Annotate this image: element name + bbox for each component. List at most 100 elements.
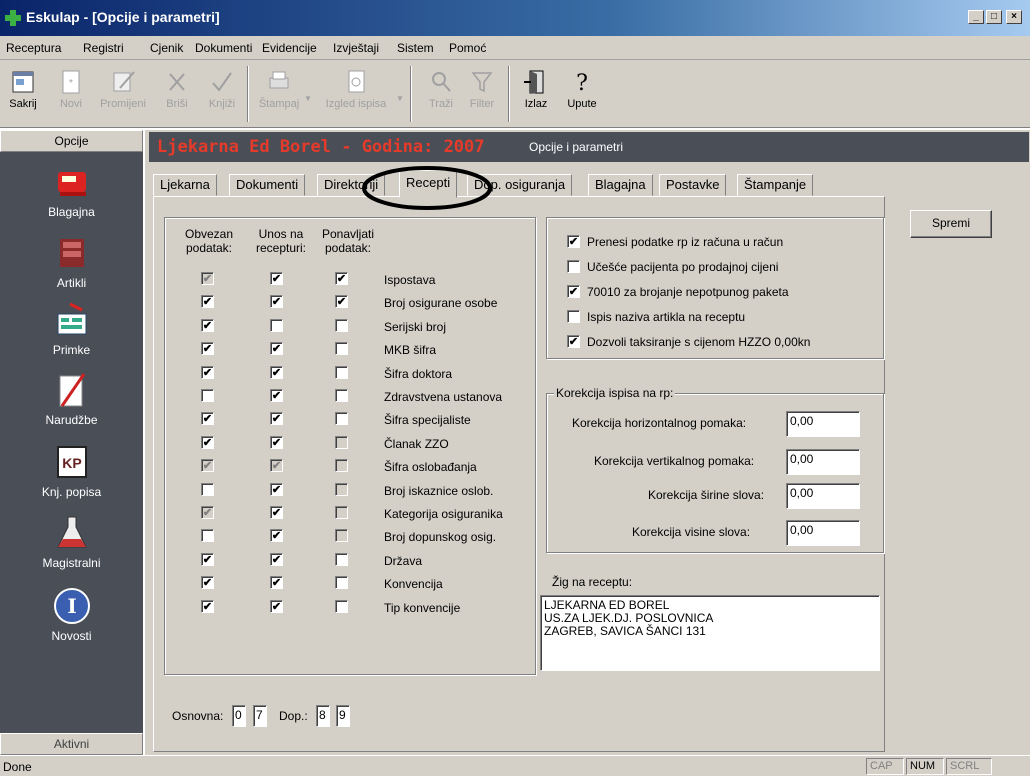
field-checkbox[interactable] (201, 506, 214, 519)
field-checkbox[interactable] (201, 366, 214, 379)
menu-cjenik[interactable]: Cjenik (150, 41, 183, 55)
sidebar-header[interactable]: Opcije (0, 130, 143, 152)
menu-pomoc[interactable]: Pomoć (449, 41, 486, 55)
field-checkbox[interactable] (335, 576, 348, 589)
field-checkbox[interactable] (270, 342, 283, 355)
field-checkbox[interactable] (335, 483, 348, 496)
option-checkbox[interactable] (567, 260, 580, 273)
sidebar-footer[interactable]: Aktivni (0, 733, 143, 755)
tab-stampanje[interactable]: Štampanje (737, 174, 814, 196)
filter-button[interactable]: Filter (464, 60, 500, 128)
field-checkbox[interactable] (201, 342, 214, 355)
field-checkbox[interactable] (335, 272, 348, 285)
sidebar-item-novosti[interactable]: I Novosti (0, 586, 143, 654)
menu-sistem[interactable]: Sistem (397, 41, 434, 55)
field-checkbox[interactable] (335, 412, 348, 425)
field-checkbox[interactable] (270, 366, 283, 379)
tab-dokumenti[interactable]: Dokumenti (229, 174, 306, 196)
upute-button[interactable]: ? Upute (562, 60, 602, 128)
field-checkbox[interactable] (335, 319, 348, 332)
osnovna-field-2[interactable]: 7 (253, 705, 267, 727)
field-checkbox[interactable] (335, 459, 348, 472)
izgled-dropdown-icon[interactable]: ▼ (396, 94, 404, 103)
field-checkbox[interactable] (270, 412, 283, 425)
field-checkbox[interactable] (201, 459, 214, 472)
minimize-button[interactable]: _ (968, 10, 984, 24)
field-checkbox[interactable] (270, 272, 283, 285)
sidebar-item-artikli[interactable]: Artikli (0, 233, 143, 301)
option-checkbox[interactable] (567, 310, 580, 323)
field-checkbox[interactable] (201, 529, 214, 542)
dop-field-1[interactable]: 8 (316, 705, 330, 727)
sidebar-item-blagajna[interactable]: Blagajna (0, 162, 143, 230)
field-checkbox[interactable] (335, 529, 348, 542)
field-checkbox[interactable] (335, 342, 348, 355)
field-checkbox[interactable] (335, 366, 348, 379)
field-checkbox[interactable] (270, 436, 283, 449)
sidebar-item-magistralni[interactable]: Magistralni (0, 513, 143, 581)
izgled-ispisa-button[interactable]: Izgled ispisa (318, 60, 394, 128)
sidebar-item-narudzbe[interactable]: Narudžbe (0, 370, 143, 438)
menu-izvjestaji[interactable]: Izvještaji (333, 41, 379, 55)
korekcija-h-input[interactable]: 0,00 (786, 411, 860, 437)
field-checkbox[interactable] (335, 506, 348, 519)
field-checkbox[interactable] (335, 436, 348, 449)
field-checkbox[interactable] (270, 600, 283, 613)
korekcija-vs-input[interactable]: 0,00 (786, 520, 860, 546)
brisi-button[interactable]: Briši (160, 60, 194, 128)
field-checkbox[interactable] (335, 295, 348, 308)
novi-button[interactable]: * Novi (54, 60, 88, 128)
menu-dokumenti[interactable]: Dokumenti (195, 41, 252, 55)
tab-postavke[interactable]: Postavke (659, 174, 727, 196)
save-button[interactable]: Spremi (910, 210, 992, 238)
korekcija-v-input[interactable]: 0,00 (786, 449, 860, 475)
field-checkbox[interactable] (270, 389, 283, 402)
field-checkbox[interactable] (201, 412, 214, 425)
tab-recepti[interactable]: Recepti (399, 170, 458, 198)
field-checkbox[interactable] (270, 459, 283, 472)
option-checkbox[interactable] (567, 335, 580, 348)
field-checkbox[interactable] (201, 295, 214, 308)
sidebar-item-primke[interactable]: Primke (0, 300, 143, 368)
field-checkbox[interactable] (201, 553, 214, 566)
promijeni-button[interactable]: Promijeni (94, 60, 152, 128)
field-checkbox[interactable] (201, 272, 214, 285)
field-checkbox[interactable] (270, 483, 283, 496)
sakrij-button[interactable]: Sakrij (2, 60, 44, 128)
tab-dop-osiguranja[interactable]: Dop. osiguranja (467, 174, 573, 196)
field-checkbox[interactable] (201, 436, 214, 449)
tab-blagajna[interactable]: Blagajna (588, 174, 653, 196)
field-checkbox[interactable] (270, 506, 283, 519)
field-checkbox[interactable] (270, 295, 283, 308)
korekcija-s-input[interactable]: 0,00 (786, 483, 860, 509)
trazi-button[interactable]: Traži (424, 60, 458, 128)
option-checkbox[interactable] (567, 235, 580, 248)
close-button[interactable]: × (1006, 10, 1022, 24)
option-checkbox[interactable] (567, 285, 580, 298)
sidebar-item-knj-popisa[interactable]: KP Knj. popisa (0, 442, 143, 510)
field-checkbox[interactable] (201, 483, 214, 496)
osnovna-field-1[interactable]: 0 (232, 705, 246, 727)
field-checkbox[interactable] (201, 389, 214, 402)
menu-registri[interactable]: Registri (83, 41, 124, 55)
tab-direktoriji[interactable]: Direktoriji (317, 174, 386, 196)
stampaj-dropdown-icon[interactable]: ▼ (304, 94, 312, 103)
dop-field-2[interactable]: 9 (336, 705, 350, 727)
menu-receptura[interactable]: Receptura (6, 41, 61, 55)
field-checkbox[interactable] (270, 576, 283, 589)
field-checkbox[interactable] (270, 553, 283, 566)
field-checkbox[interactable] (201, 600, 214, 613)
field-checkbox[interactable] (201, 319, 214, 332)
field-checkbox[interactable] (270, 319, 283, 332)
zig-textarea[interactable]: LJEKARNA ED BOREL US.ZA LJEK.DJ. POSLOVN… (540, 595, 880, 671)
field-checkbox[interactable] (201, 576, 214, 589)
izlaz-button[interactable]: Izlaz (518, 60, 554, 128)
stampaj-button[interactable]: Štampaj (258, 60, 300, 128)
field-checkbox[interactable] (335, 600, 348, 613)
field-checkbox[interactable] (335, 389, 348, 402)
menu-evidencije[interactable]: Evidencije (262, 41, 317, 55)
field-checkbox[interactable] (270, 529, 283, 542)
maximize-button[interactable]: □ (986, 10, 1002, 24)
knjizi-button[interactable]: Knjiži (204, 60, 240, 128)
field-checkbox[interactable] (335, 553, 348, 566)
